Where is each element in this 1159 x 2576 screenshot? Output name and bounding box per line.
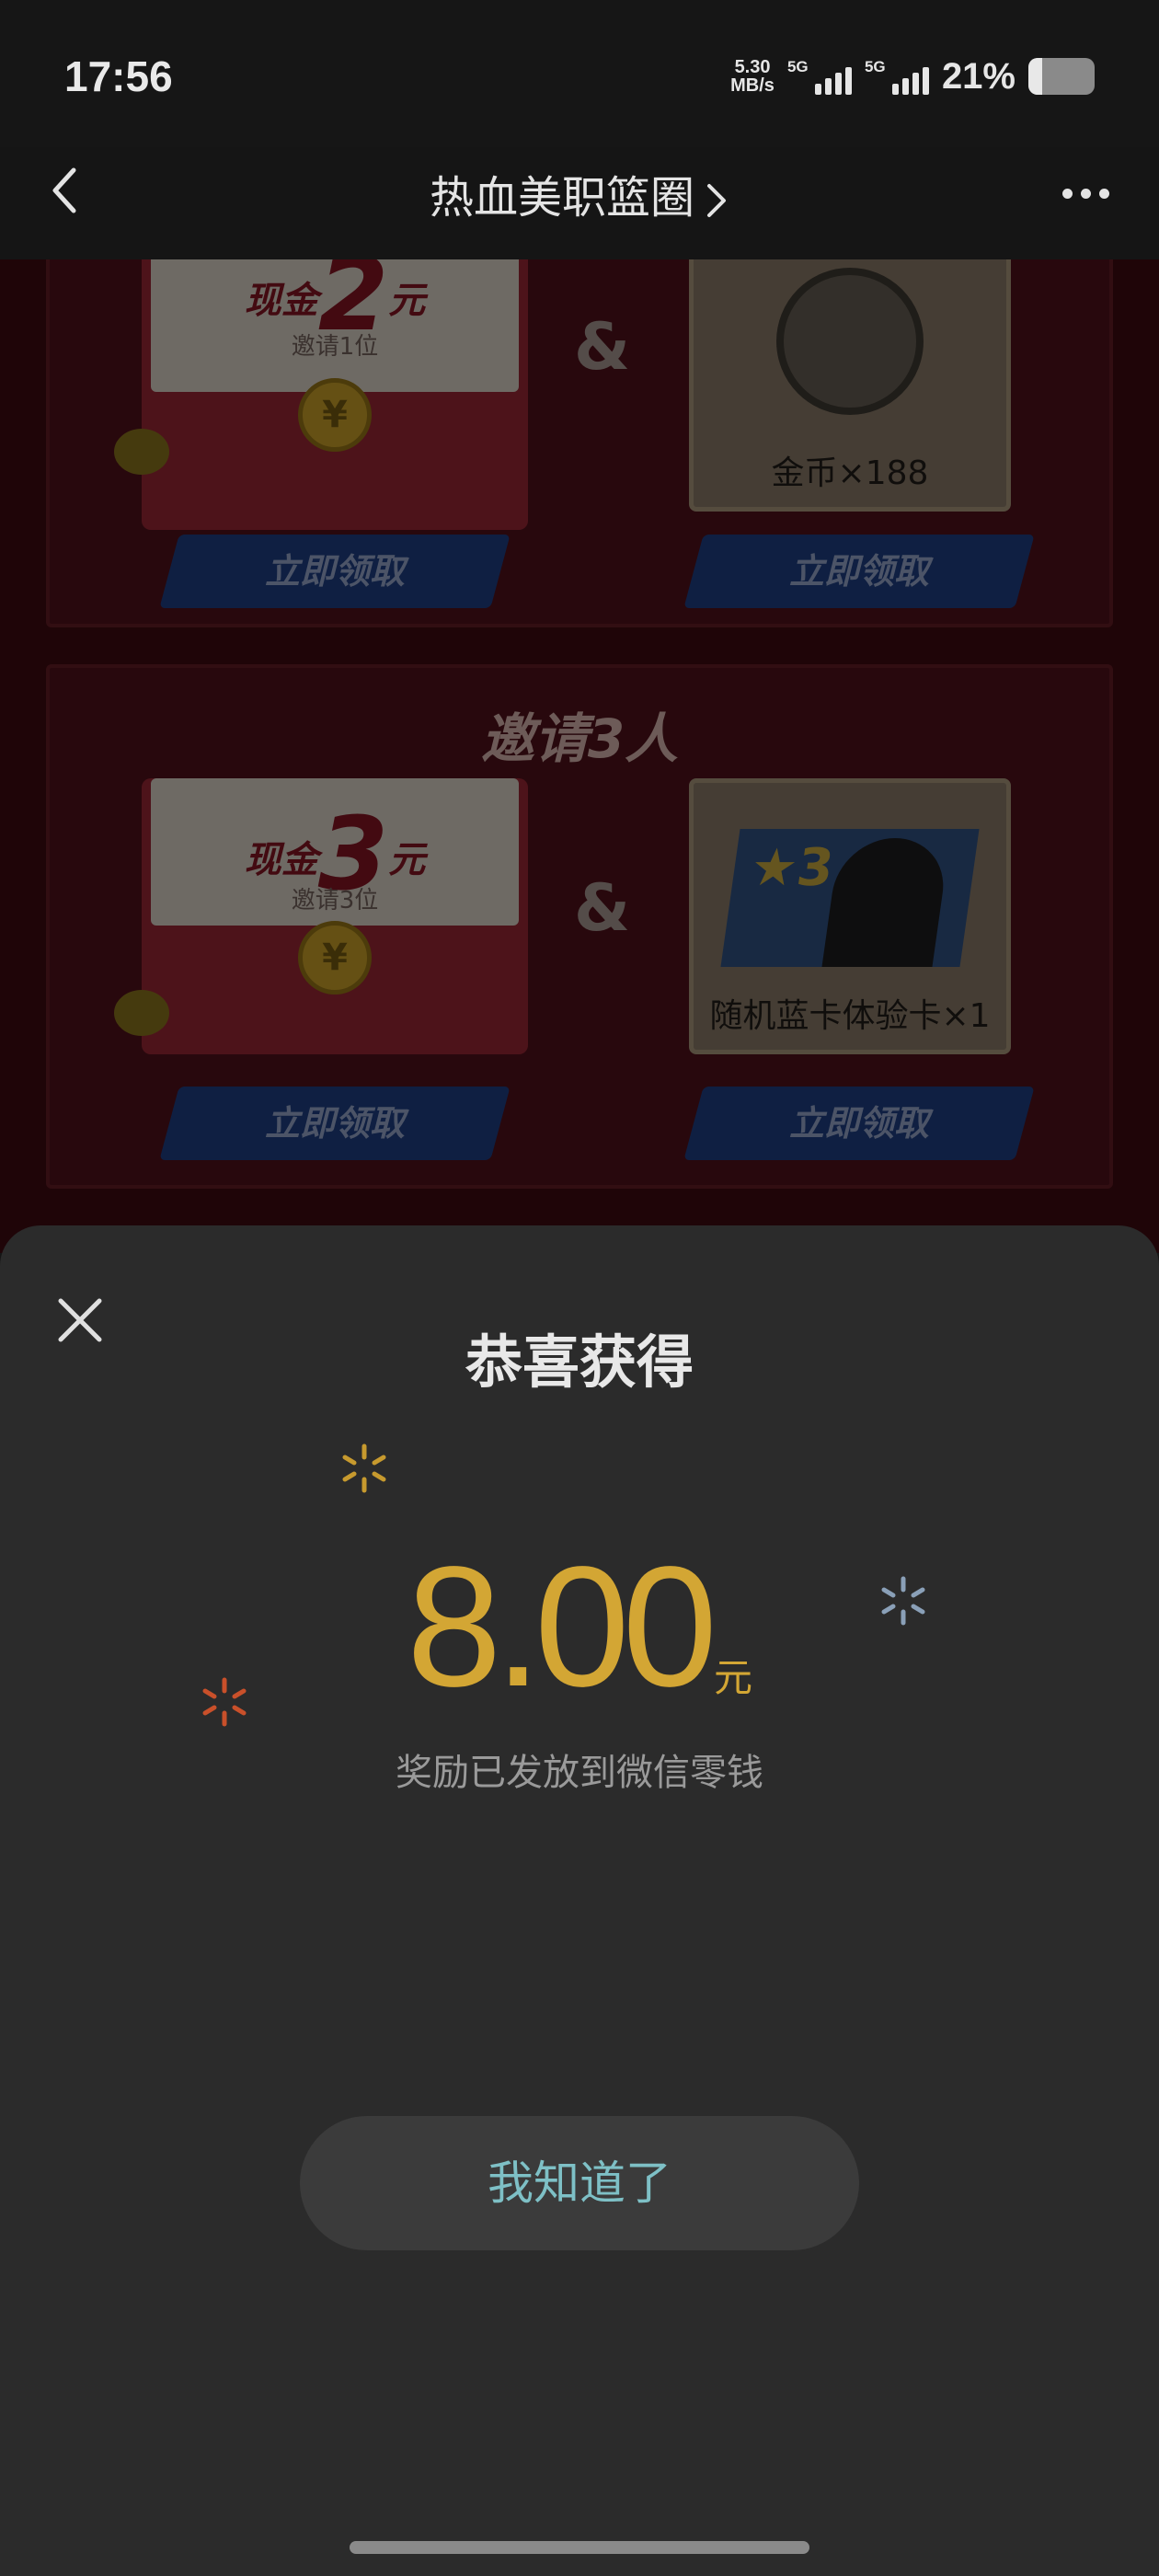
status-indicators: 5.30 MB/s 5G 5G 21% bbox=[730, 53, 1095, 99]
home-indicator[interactable] bbox=[350, 2541, 809, 2554]
battery-fill bbox=[1028, 58, 1043, 95]
page-title: 热血美职篮圈 bbox=[429, 172, 694, 224]
sparkle-gold-icon bbox=[342, 1443, 386, 1493]
reward-amount: 8.00元 bbox=[0, 1529, 1159, 1725]
signal-2-type: 5G bbox=[864, 58, 886, 75]
chevron-right-icon bbox=[707, 184, 726, 217]
reward-dialog: 恭喜获得 8.00元 奖励已发放到微信零钱 我知道了 bbox=[0, 1225, 1159, 2576]
modal-scrim[interactable] bbox=[0, 259, 1159, 1253]
status-time: 17:56 bbox=[64, 52, 173, 100]
more-menu-button[interactable] bbox=[1049, 166, 1122, 221]
battery-percent: 21% bbox=[941, 55, 1016, 97]
reward-note: 奖励已发放到微信零钱 bbox=[396, 1752, 763, 1794]
background-activity-page: 现金2元 邀请1位 ¥ & 金币×188 立即领取 立即领取 邀请3人 现金3元… bbox=[0, 259, 1159, 1253]
more-dot-icon bbox=[1080, 188, 1091, 199]
signal-1-icon: 5G bbox=[787, 58, 852, 95]
signal-1-type: 5G bbox=[786, 58, 809, 75]
signal-2-icon: 5G bbox=[865, 58, 929, 95]
dialog-title: 恭喜获得 bbox=[465, 1328, 694, 1396]
status-bar: 17:56 5.30 MB/s 5G 5G 21% bbox=[0, 0, 1159, 147]
more-dot-icon bbox=[1061, 188, 1073, 199]
reward-amount-value: 8.00 bbox=[406, 1532, 717, 1722]
confirm-button[interactable]: 我知道了 bbox=[300, 2116, 859, 2250]
more-dot-icon bbox=[1098, 188, 1109, 199]
network-speed-value: 5.30 bbox=[734, 57, 771, 77]
nav-title-link[interactable]: 热血美职篮圈 bbox=[0, 161, 1159, 225]
network-speed: 5.30 MB/s bbox=[730, 58, 775, 95]
battery-icon bbox=[1028, 58, 1095, 95]
reward-amount-unit: 元 bbox=[714, 1655, 753, 1700]
network-speed-unit: MB/s bbox=[730, 75, 775, 96]
